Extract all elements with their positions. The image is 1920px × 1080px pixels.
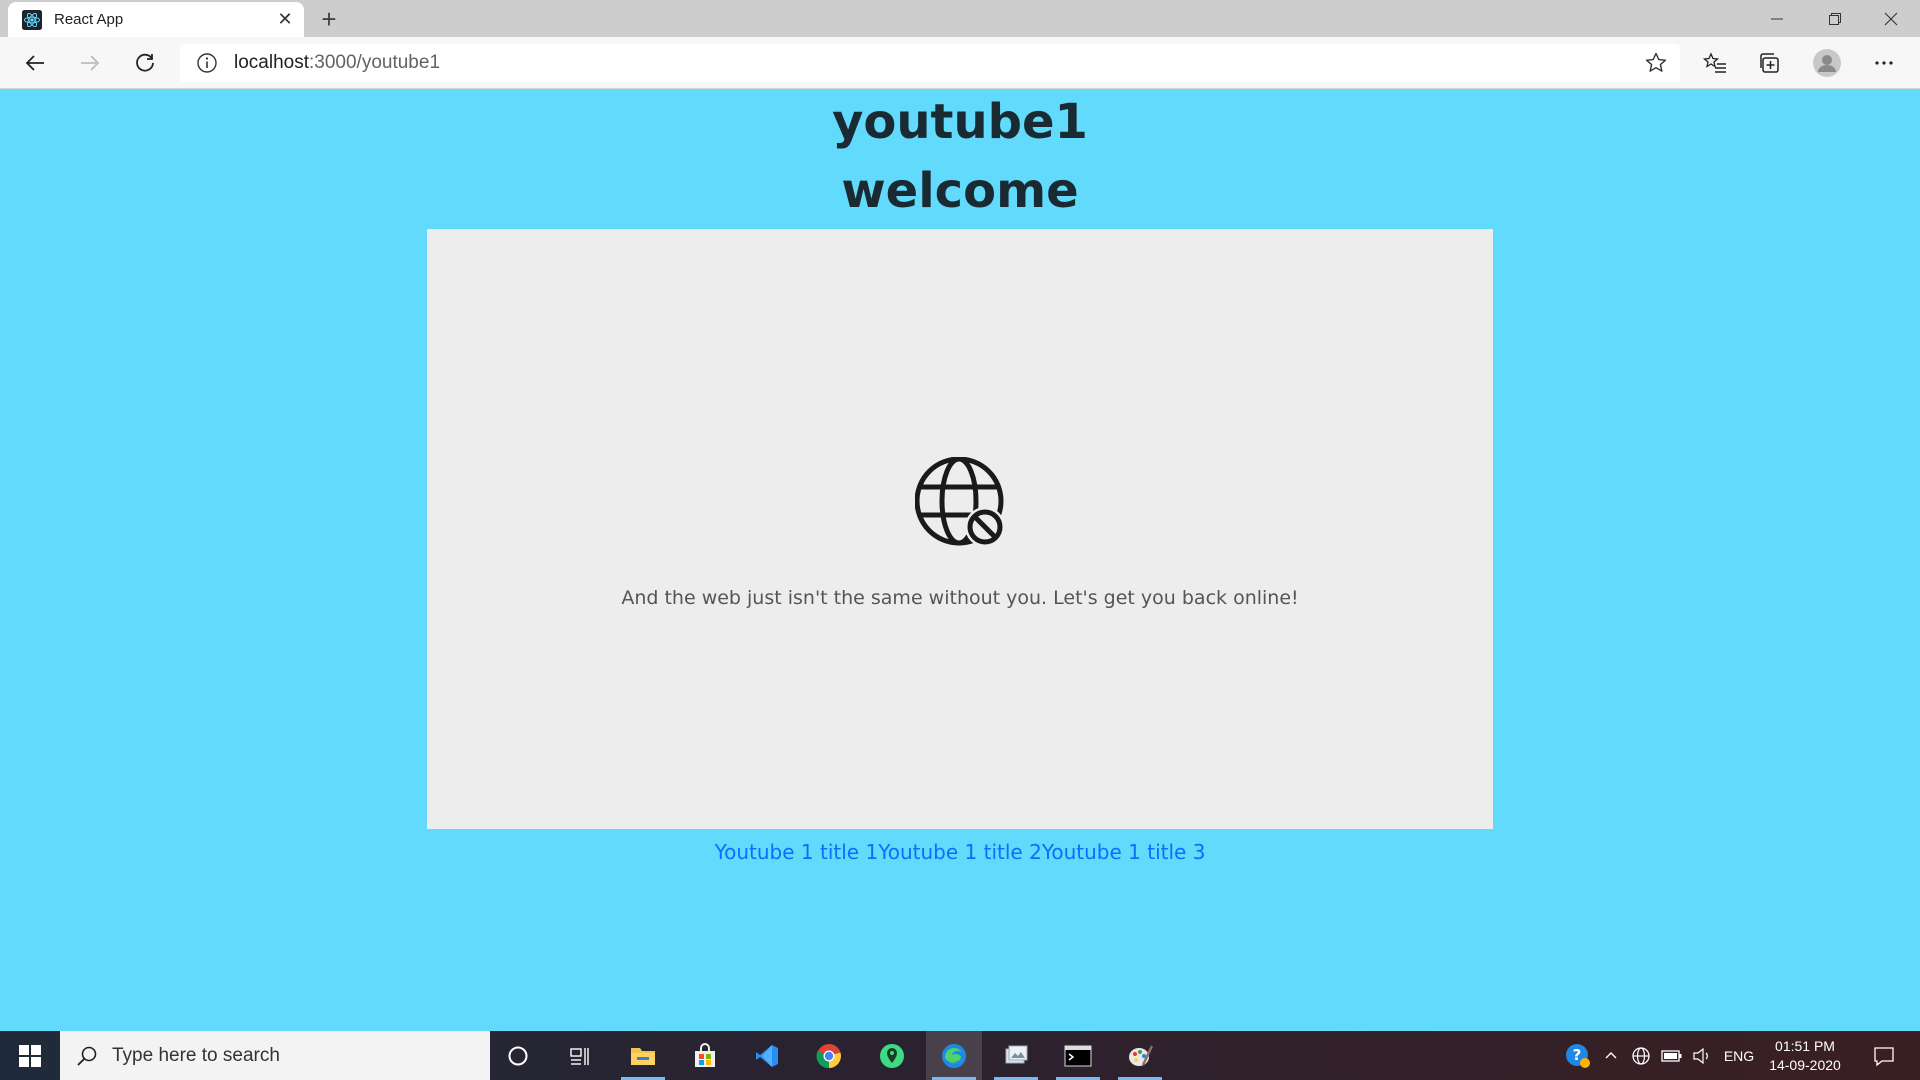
search-icon (77, 1046, 97, 1066)
maps-button[interactable] (864, 1031, 920, 1080)
offline-message: And the web just isn't the same without … (621, 587, 1299, 609)
maps-icon (880, 1043, 904, 1068)
windows-taskbar: Type here to search ? ENG 01:51 PM 14-09… (0, 1031, 1920, 1080)
network-tray-button[interactable] (1627, 1031, 1655, 1080)
battery-icon (1661, 1049, 1682, 1062)
search-placeholder: Type here to search (112, 1044, 280, 1066)
file-explorer-icon (631, 1047, 655, 1065)
photos-icon (1005, 1045, 1028, 1063)
back-arrow-icon (25, 55, 44, 71)
clock-date: 14-09-2020 (1769, 1057, 1841, 1073)
tab-title: React App (54, 11, 124, 28)
terminal-icon (1064, 1045, 1092, 1066)
forward-button[interactable] (72, 45, 108, 81)
more-dots-icon (1875, 61, 1893, 65)
show-hidden-icons-button[interactable] (1598, 1031, 1624, 1080)
react-favicon-icon (22, 9, 42, 30)
svg-text:?: ? (1573, 1046, 1582, 1064)
info-icon[interactable] (196, 52, 218, 74)
edge-button[interactable] (926, 1031, 982, 1080)
collections-button[interactable] (1752, 45, 1788, 81)
page-heading: youtube1 (832, 94, 1088, 150)
minimize-button[interactable] (1748, 0, 1806, 37)
favorite-star-icon[interactable] (1644, 51, 1668, 75)
photos-button[interactable] (988, 1031, 1044, 1080)
battery-tray-button[interactable] (1658, 1031, 1686, 1080)
clock-time: 01:51 PM (1775, 1038, 1835, 1054)
page-subheading: welcome (841, 163, 1079, 219)
windows-logo-icon (19, 1044, 41, 1067)
chrome-icon (816, 1043, 841, 1068)
video-link-2[interactable]: Youtube 1 title 2 (878, 840, 1042, 864)
help-tray-button[interactable]: ? (1560, 1031, 1596, 1080)
favorites-button[interactable] (1697, 45, 1733, 81)
action-center-button[interactable] (1862, 1031, 1906, 1080)
page-content: youtube1 welcome And the web just isn't … (0, 89, 1920, 1031)
paint-button[interactable] (1112, 1031, 1168, 1080)
start-button[interactable] (0, 1031, 60, 1080)
video-links: Youtube 1 title 1Youtube 1 title 2Youtub… (0, 840, 1920, 864)
tab-strip: React App ✕ + (0, 0, 1920, 37)
file-explorer-button[interactable] (615, 1031, 671, 1080)
notification-icon (1874, 1046, 1894, 1066)
forward-arrow-icon (81, 55, 100, 71)
url-host: localhost (234, 52, 309, 73)
video-link-3[interactable]: Youtube 1 title 3 (1042, 840, 1206, 864)
url-path: :3000/youtube1 (309, 52, 441, 73)
cortana-button[interactable] (490, 1031, 546, 1080)
avatar-icon (1813, 49, 1841, 77)
close-tab-icon[interactable]: ✕ (272, 7, 298, 33)
store-icon (695, 1042, 715, 1067)
language-indicator[interactable]: ENG (1720, 1031, 1758, 1080)
refresh-icon (136, 53, 154, 72)
close-window-button[interactable] (1862, 0, 1920, 37)
video-link-1[interactable]: Youtube 1 title 1 (715, 840, 879, 864)
task-view-button[interactable] (552, 1031, 608, 1080)
edge-icon (942, 1043, 966, 1068)
taskbar-search[interactable]: Type here to search (60, 1031, 490, 1080)
tab-react-app[interactable]: React App ✕ (8, 2, 304, 37)
cortana-icon (508, 1046, 528, 1065)
address-bar[interactable]: localhost:3000/youtube1 (180, 44, 1680, 82)
favorites-list-icon (1703, 52, 1726, 73)
network-globe-icon (1632, 1046, 1650, 1065)
new-tab-button[interactable]: + (314, 4, 344, 34)
settings-more-button[interactable] (1866, 45, 1902, 81)
vscode-button[interactable] (739, 1031, 795, 1080)
store-button[interactable] (677, 1031, 733, 1080)
vscode-icon (756, 1044, 778, 1067)
task-view-icon (570, 1047, 589, 1065)
speaker-icon (1693, 1047, 1708, 1064)
video-embed-frame[interactable]: And the web just isn't the same without … (427, 229, 1493, 829)
taskbar-clock[interactable]: 01:51 PM 14-09-2020 (1760, 1037, 1850, 1075)
help-icon: ? (1566, 1043, 1590, 1068)
terminal-button[interactable] (1050, 1031, 1106, 1080)
paint-icon (1129, 1044, 1153, 1066)
profile-button[interactable] (1809, 45, 1845, 81)
collections-icon (1760, 53, 1779, 73)
chevron-up-icon (1605, 1051, 1617, 1058)
url-text[interactable]: localhost:3000/youtube1 (234, 52, 440, 74)
browser-toolbar: localhost:3000/youtube1 (0, 37, 1920, 89)
refresh-button[interactable] (127, 45, 163, 81)
back-button[interactable] (17, 45, 53, 81)
chrome-button[interactable] (801, 1031, 857, 1080)
restore-button[interactable] (1806, 0, 1864, 37)
volume-tray-button[interactable] (1688, 1031, 1716, 1080)
globe-offline-icon (915, 457, 1005, 547)
